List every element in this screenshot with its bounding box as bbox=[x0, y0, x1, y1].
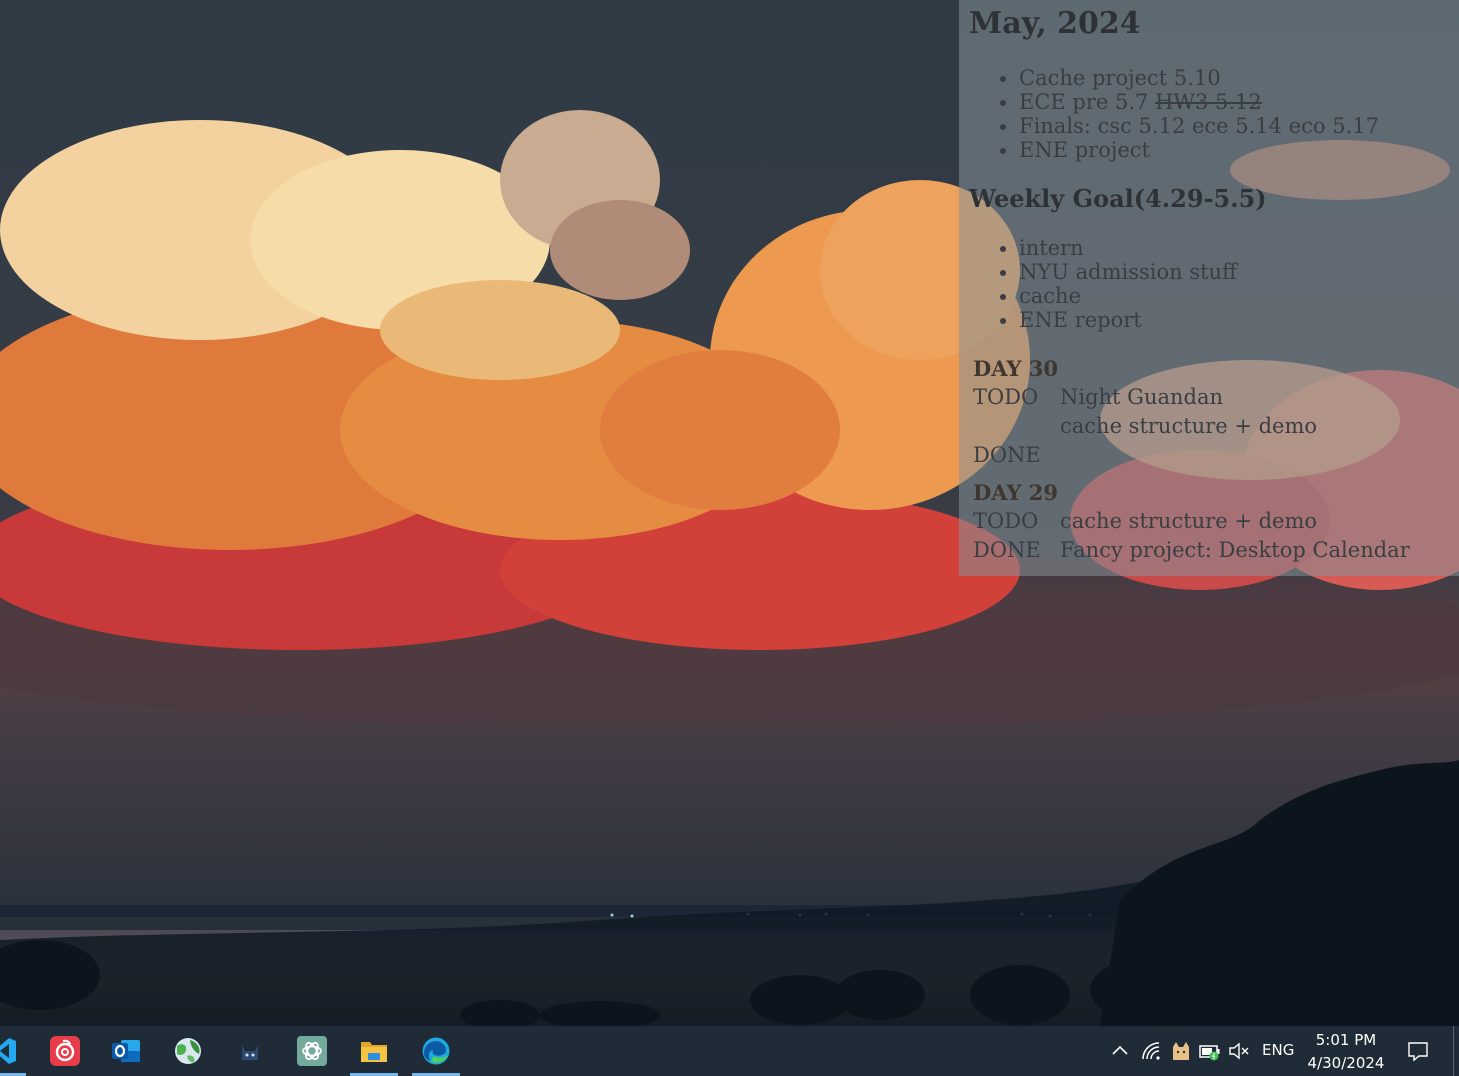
todo-label: TODO bbox=[973, 509, 1039, 533]
volume-muted-icon[interactable] bbox=[1227, 1039, 1251, 1063]
outlook-icon bbox=[112, 1040, 140, 1062]
input-language-indicator[interactable]: ENG bbox=[1262, 1041, 1294, 1059]
goal-text: ECE pre 5.7 bbox=[1019, 90, 1156, 114]
list-item: ECE pre 5.7 HW3 5.12 bbox=[1000, 90, 1379, 114]
goal-text: Finals: csc 5.12 ece 5.14 eco 5.17 bbox=[1019, 114, 1379, 138]
cat-app-icon bbox=[242, 1045, 258, 1060]
list-item: intern bbox=[1000, 236, 1237, 260]
todo-item: Night Guandan bbox=[1060, 385, 1224, 409]
file-explorer-icon bbox=[361, 1042, 387, 1062]
month-goals-list: Cache project 5.10 ECE pre 5.7 HW3 5.12 … bbox=[1000, 66, 1379, 162]
taskbar-app-globe[interactable] bbox=[162, 1026, 214, 1076]
action-center-icon[interactable] bbox=[1406, 1039, 1430, 1063]
todo-item: cache structure + demo bbox=[1060, 414, 1318, 438]
list-item: cache bbox=[1000, 284, 1237, 308]
taskbar-app-chatgpt[interactable] bbox=[286, 1026, 338, 1076]
day-title: DAY 29 bbox=[973, 480, 1058, 505]
chevron-up-icon[interactable] bbox=[1108, 1039, 1132, 1063]
taskbar-app-vscode[interactable] bbox=[0, 1026, 28, 1076]
todo-label: TODO bbox=[973, 385, 1039, 409]
list-item: ENE project bbox=[1000, 138, 1379, 162]
month-title: May, 2024 bbox=[969, 6, 1141, 41]
taskbar-app-netease-music[interactable] bbox=[39, 1026, 91, 1076]
todo-item: cache structure + demo bbox=[1060, 509, 1318, 533]
list-item: NYU admission stuff bbox=[1000, 260, 1237, 284]
done-item: Fancy project: Desktop Calendar bbox=[1060, 538, 1410, 562]
edge-icon bbox=[422, 1037, 450, 1065]
weekly-goal-title: Weekly Goal(4.29-5.5) bbox=[969, 184, 1267, 213]
show-desktop-button[interactable] bbox=[1453, 1026, 1459, 1076]
goal-text: Cache project 5.10 bbox=[1019, 66, 1221, 90]
cat-tray-icon[interactable] bbox=[1169, 1039, 1193, 1063]
taskbar-app-cat[interactable] bbox=[224, 1026, 276, 1076]
taskbar-app-outlook[interactable] bbox=[100, 1026, 152, 1076]
list-item: ENE report bbox=[1000, 308, 1237, 332]
battery-charging-icon[interactable] bbox=[1198, 1039, 1222, 1063]
weekly-goals-list: intern NYU admission stuff cache ENE rep… bbox=[1000, 236, 1237, 332]
list-item: Finals: csc 5.12 ece 5.14 eco 5.17 bbox=[1000, 114, 1379, 138]
day-title: DAY 30 bbox=[973, 356, 1058, 381]
done-label: DONE bbox=[973, 443, 1041, 467]
completed-goal-text: HW3 5.12 bbox=[1155, 90, 1262, 114]
taskbar: ENG 5:01 PM 4/30/2024 bbox=[0, 1026, 1459, 1076]
list-item: Cache project 5.10 bbox=[1000, 66, 1379, 90]
clock-time[interactable]: 5:01 PM bbox=[1300, 1030, 1392, 1050]
taskbar-app-file-explorer[interactable] bbox=[348, 1026, 400, 1076]
clock-date[interactable]: 4/30/2024 bbox=[1300, 1053, 1392, 1073]
taskbar-app-edge[interactable] bbox=[410, 1026, 462, 1076]
desktop-calendar-widget: May, 2024 Cache project 5.10 ECE pre 5.7… bbox=[959, 0, 1459, 576]
done-label: DONE bbox=[973, 538, 1041, 562]
netease-music-icon bbox=[50, 1036, 80, 1066]
vscode-icon bbox=[0, 1038, 16, 1064]
chatgpt-icon bbox=[297, 1036, 327, 1066]
goal-text: ENE project bbox=[1019, 138, 1150, 162]
globe-app-icon bbox=[175, 1038, 201, 1064]
wifi-icon[interactable] bbox=[1139, 1039, 1163, 1063]
